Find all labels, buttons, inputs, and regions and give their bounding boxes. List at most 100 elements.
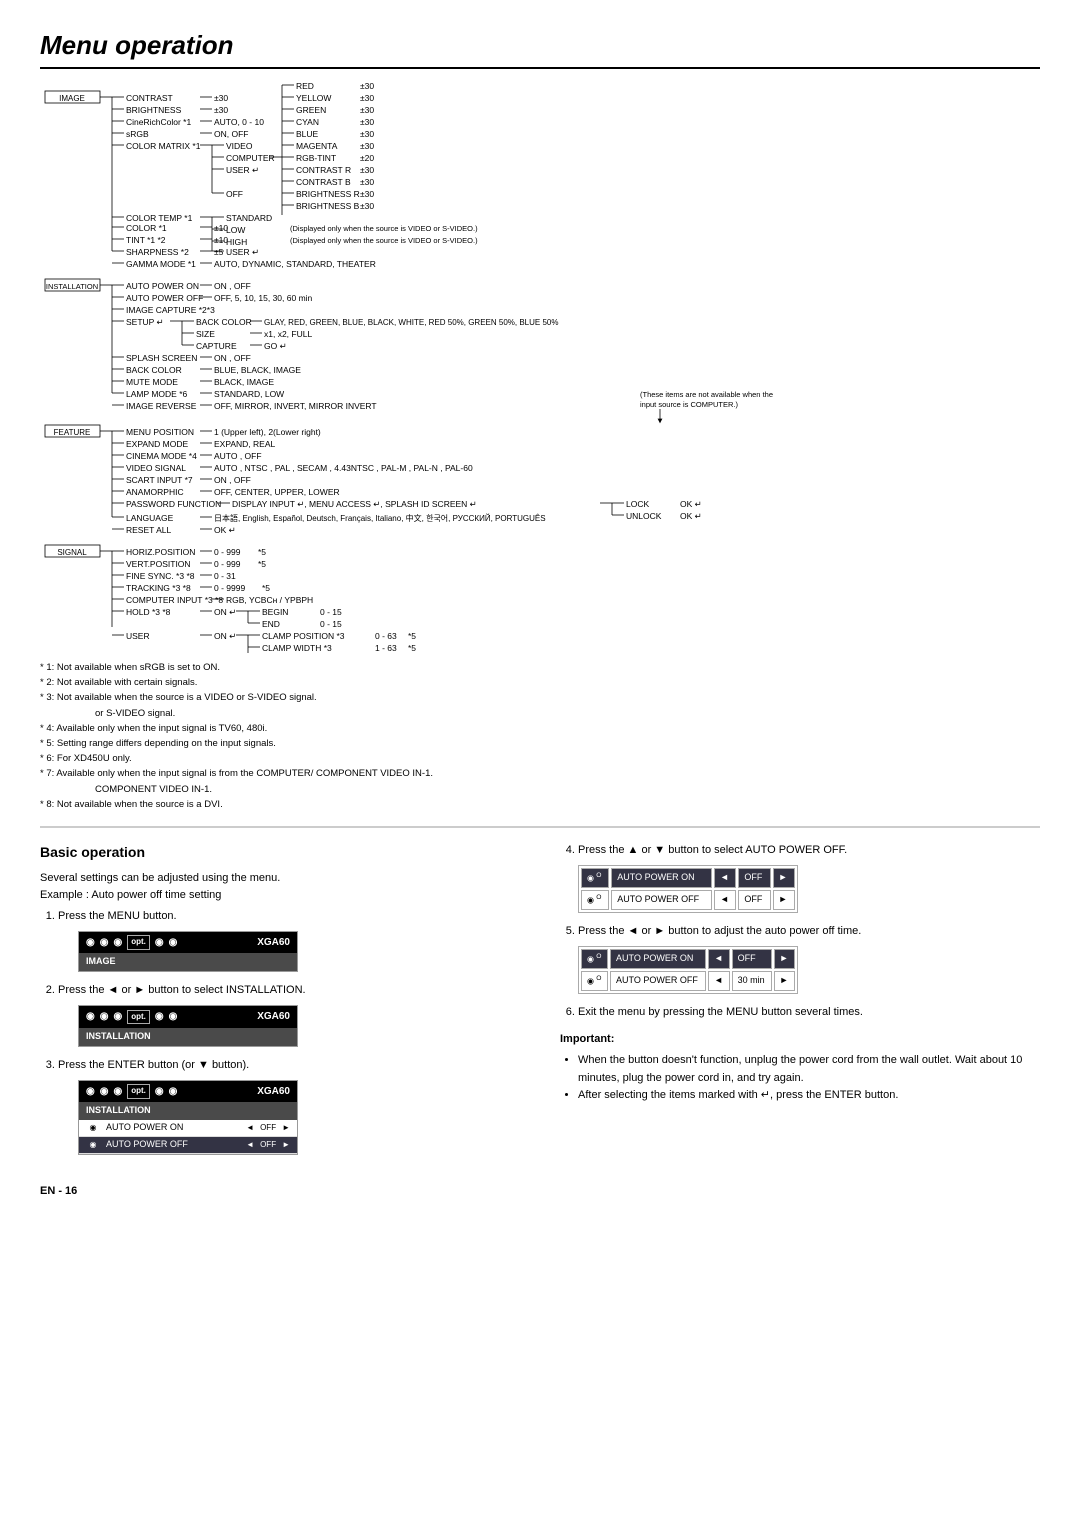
svg-text:COMPUTER INPUT *3 *8: COMPUTER INPUT *3 *8 (126, 595, 223, 605)
svg-text:LOCK: LOCK (626, 499, 649, 509)
svg-text:FINE SYNC. *3 *8: FINE SYNC. *3 *8 (126, 571, 195, 581)
svg-text:LAMP MODE *6: LAMP MODE *6 (126, 389, 188, 399)
svg-text:±30: ±30 (360, 201, 374, 211)
important-section: Important: When the button doesn't funct… (560, 1031, 1040, 1105)
svg-text:日本語, English, Español, Deutsch: 日本語, English, Español, Deutsch, Français… (214, 513, 546, 523)
svg-text:(Displayed only when the sourc: (Displayed only when the source is VIDEO… (290, 224, 478, 233)
important-bullet-2: After selecting the items marked with ↵,… (578, 1087, 1040, 1105)
svg-text:SHARPNESS *2: SHARPNESS *2 (126, 247, 189, 257)
apt5-label-2: AUTO POWER OFF (610, 971, 706, 991)
svg-text:*5: *5 (262, 583, 270, 593)
apt-label-1: AUTO POWER ON (611, 868, 712, 888)
svg-text:UNLOCK: UNLOCK (626, 511, 662, 521)
svg-text:LANGUAGE: LANGUAGE (126, 513, 174, 523)
svg-text:AUTO , NTSC , PAL , SECAM , 4.: AUTO , NTSC , PAL , SECAM , 4.43NTSC , P… (214, 463, 473, 473)
svg-text:COLOR MATRIX *1: COLOR MATRIX *1 (126, 141, 201, 151)
svg-text:±30: ±30 (360, 141, 374, 151)
apt-arrow-r-2: ► (773, 890, 795, 910)
svg-text:SIZE: SIZE (196, 329, 215, 339)
svg-text:SCART INPUT *7: SCART INPUT *7 (126, 475, 193, 485)
basic-op-right: Press the ▲ or ▼ button to select AUTO P… (560, 842, 1040, 1165)
row-icon-1: ◉ (86, 1122, 100, 1134)
basic-op-left: Basic operation Several settings can be … (40, 842, 520, 1165)
svg-text:AUTO POWER OFF: AUTO POWER OFF (126, 293, 203, 303)
svg-text:0 - 31: 0 - 31 (214, 571, 236, 581)
svg-text:CAPTURE: CAPTURE (196, 341, 237, 351)
svg-text:HOLD *3 *8: HOLD *3 *8 (126, 607, 171, 617)
svg-text:EXPAND MODE: EXPAND MODE (126, 439, 189, 449)
svg-text:0 - 15: 0 - 15 (320, 619, 342, 629)
svg-text:GREEN: GREEN (296, 105, 326, 115)
svg-text:END: END (262, 619, 280, 629)
svg-text:ON ↵: ON ↵ (214, 607, 236, 617)
svg-text:(Displayed only when the sourc: (Displayed only when the source is VIDEO… (290, 236, 478, 245)
svg-text:BRIGHTNESS: BRIGHTNESS (126, 105, 182, 115)
svg-text:IMAGE REVERSE: IMAGE REVERSE (126, 401, 197, 411)
svg-text:0 - 63: 0 - 63 (375, 631, 397, 641)
svg-text:±5: ±5 (214, 247, 224, 257)
footnote-7: * 7: Available only when the input signa… (40, 766, 1040, 781)
basic-operation-title: Basic operation (40, 842, 520, 864)
apt-icon-1: ◉ O (581, 868, 609, 888)
apt-val-1: OFF (738, 868, 770, 888)
right-arrow-1: ► (282, 1122, 290, 1134)
svg-text:sRGB: sRGB (126, 129, 149, 139)
footnotes: * 1: Not available when sRGB is set to O… (40, 660, 1040, 812)
left-arrow-2: ◄ (246, 1139, 254, 1151)
svg-text:BACK COLOR: BACK COLOR (196, 317, 252, 327)
svg-text:0 - 999: 0 - 999 (214, 559, 241, 569)
menu-diagram: IMAGE CONTRAST ±30 BRIGHTNESS ±30 CineRi… (40, 83, 1040, 656)
svg-text:BLACK, IMAGE: BLACK, IMAGE (214, 377, 274, 387)
svg-text:COMPUTER: COMPUTER (226, 153, 275, 163)
xga-menu-step1: ◉◉◉ opt. ◉◉ XGA60 IMAGE (78, 931, 298, 972)
svg-text:0 - 999: 0 - 999 (214, 547, 241, 557)
apt5-val-1: OFF (732, 949, 772, 969)
xga-label-2: XGA60 (257, 1009, 290, 1025)
footnote-8: * 8: Not available when the source is a … (40, 797, 1040, 812)
svg-text:input source is COMPUTER.): input source is COMPUTER.) (640, 400, 738, 409)
apt5-arrow-r-1: ► (774, 949, 795, 969)
footnote-6: * 6: For XD450U only. (40, 751, 1040, 766)
svg-text:(These items are not available: (These items are not available when the (640, 390, 773, 399)
svg-text:INSTALLATION: INSTALLATION (46, 282, 98, 291)
apt-arrow-r-1: ► (773, 868, 795, 888)
svg-text:TINT *1 *2: TINT *1 *2 (126, 235, 166, 245)
step-5: Press the ◄ or ► button to adjust the au… (578, 923, 1040, 994)
svg-text:OFF, CENTER, UPPER, LOWER: OFF, CENTER, UPPER, LOWER (214, 487, 340, 497)
svg-text:USER: USER (126, 631, 150, 641)
apt5-arrow-l-1: ◄ (708, 949, 729, 969)
svg-text:BRIGHTNESS B: BRIGHTNESS B (296, 201, 360, 211)
important-bullet-1: When the button doesn't function, unplug… (578, 1052, 1040, 1087)
svg-text:±30: ±30 (360, 105, 374, 115)
footnote-7b: COMPONENT VIDEO IN-1. (40, 782, 1040, 797)
svg-text:1 (Upper left), 2(Lower right): 1 (Upper left), 2(Lower right) (214, 427, 321, 437)
svg-text:BLUE, BLACK, IMAGE: BLUE, BLACK, IMAGE (214, 365, 301, 375)
svg-text:IMAGE CAPTURE *2*3: IMAGE CAPTURE *2*3 (126, 305, 215, 315)
svg-text:CONTRAST B: CONTRAST B (296, 177, 351, 187)
svg-text:OK ↵: OK ↵ (214, 525, 236, 535)
step-1: Press the MENU button. ◉◉◉ opt. ◉◉ XGA60… (58, 908, 520, 972)
apt5-label-1: AUTO POWER ON (610, 949, 706, 969)
svg-text:GO ↵: GO ↵ (264, 341, 287, 351)
svg-text:OFF, 5, 10, 15, 30, 60 min: OFF, 5, 10, 15, 30, 60 min (214, 293, 313, 303)
svg-text:HORIZ.POSITION: HORIZ.POSITION (126, 547, 195, 557)
svg-text:GAMMA MODE *1: GAMMA MODE *1 (126, 259, 196, 269)
svg-text:AUTO POWER ON: AUTO POWER ON (126, 281, 199, 291)
svg-text:AUTO , OFF: AUTO , OFF (214, 451, 262, 461)
svg-text:*5: *5 (258, 559, 266, 569)
svg-text:0 - 15: 0 - 15 (320, 607, 342, 617)
apt5-val-2: 30 min (732, 971, 772, 991)
apt5-arrow-r-2: ► (774, 971, 795, 991)
page-number: EN - 16 (40, 1185, 1040, 1197)
apt-val-2: OFF (738, 890, 770, 910)
auto-power-off-row: ◉ AUTO POWER OFF ◄ OFF ► (79, 1137, 297, 1154)
svg-text:COLOR *1: COLOR *1 (126, 223, 167, 233)
apt5-icon-1: ◉ O (581, 949, 608, 969)
footnote-1: * 1: Not available when sRGB is set to O… (40, 660, 1040, 675)
svg-text:DISPLAY INPUT ↵, MENU ACCESS ↵: DISPLAY INPUT ↵, MENU ACCESS ↵, SPLASH I… (232, 499, 477, 509)
svg-text:AUTO, 0 - 10: AUTO, 0 - 10 (214, 117, 264, 127)
step-2: Press the ◄ or ► button to select INSTAL… (58, 982, 520, 1046)
svg-text:±30: ±30 (360, 165, 374, 175)
svg-text:BEGIN: BEGIN (262, 607, 288, 617)
svg-text:±10: ±10 (214, 235, 228, 245)
